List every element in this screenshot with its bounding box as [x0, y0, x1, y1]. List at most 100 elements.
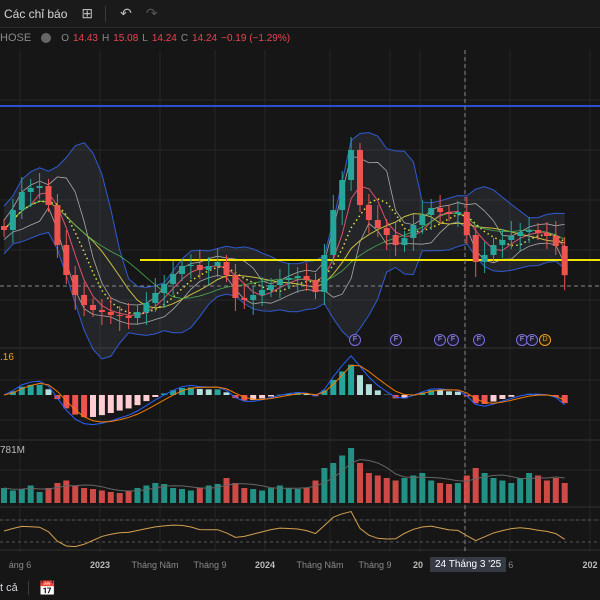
volume-bar [437, 483, 444, 503]
macd-histogram-bar [374, 390, 381, 395]
macd-histogram-bar [259, 395, 266, 399]
time-axis-label: Tháng Năm [296, 560, 343, 570]
volume-bar [357, 463, 363, 503]
event-marker[interactable]: F [434, 334, 446, 346]
macd-histogram-bar [454, 391, 461, 395]
volume-bar [18, 489, 25, 503]
volume-bar [294, 489, 301, 503]
candle-body [374, 220, 381, 228]
candle-body [490, 245, 497, 255]
volume-bar [223, 478, 230, 503]
candle-body [170, 274, 177, 284]
candle-body [330, 210, 337, 255]
volume-bar [472, 468, 479, 503]
volume-bar [179, 489, 185, 503]
close-value: 14.24 [192, 32, 218, 44]
volume-bar [187, 490, 194, 503]
candle-body [27, 188, 34, 192]
candle-body [72, 275, 79, 295]
volume-bar [285, 488, 292, 503]
macd-histogram-bar [214, 389, 221, 395]
volume-bar [1, 488, 7, 503]
candle-body [561, 246, 568, 276]
event-marker[interactable]: F [447, 334, 459, 346]
volume-bar [410, 475, 417, 503]
macd-histogram-bar [446, 391, 452, 395]
volume-bar [508, 483, 515, 503]
range-all-button[interactable]: t cả [0, 582, 18, 594]
volume-bar [54, 483, 61, 503]
volume-bar [339, 455, 346, 503]
rsi-line [3, 510, 565, 548]
macd-histogram-bar [63, 395, 70, 409]
candle-body [348, 150, 355, 180]
event-marker[interactable]: D [539, 334, 551, 346]
volume-bar [107, 492, 114, 503]
volume-bar [463, 475, 470, 503]
calendar-icon[interactable]: 📅 [39, 580, 56, 597]
volume-bar [330, 463, 337, 503]
ohlc-legend: HOSE O 14.43 H 15.08 L 14.24 C 14.24 −0.19 (… [0, 32, 290, 44]
candle-body [107, 312, 114, 315]
candle-body [81, 295, 88, 305]
volume-bar [454, 483, 461, 503]
candle-body [463, 212, 470, 235]
macd-histogram-bar [45, 389, 52, 395]
candle-body [535, 230, 541, 233]
candle-body [339, 180, 346, 210]
macd-histogram-bar [98, 395, 105, 416]
bottom-divider [27, 581, 29, 595]
volume-bar [428, 480, 435, 503]
volume-bar [36, 492, 43, 503]
macd-histogram-bar [143, 395, 150, 402]
macd-histogram-bar [490, 395, 497, 402]
candle-body [45, 186, 52, 205]
candle-body [303, 276, 310, 280]
candle-body [214, 262, 221, 266]
volume-bar [72, 485, 79, 503]
candle-body [410, 225, 417, 238]
macd-histogram-bar [152, 395, 159, 397]
macd-histogram-bar [357, 375, 363, 395]
candle-body [196, 265, 203, 270]
macd-histogram-bar [107, 395, 114, 413]
macd-label: .16 [0, 352, 14, 363]
time-axis-label: Tháng Năm [131, 560, 178, 570]
candle-body [419, 215, 426, 225]
macd-histogram-bar [499, 395, 506, 399]
open-value: 14.43 [72, 32, 98, 44]
volume-bar [259, 490, 266, 503]
volume-ma [3, 458, 565, 492]
candle-body [437, 208, 444, 212]
candle-body [18, 192, 25, 210]
time-axis-label: Tháng 9 [358, 560, 391, 570]
event-marker[interactable]: F [473, 334, 485, 346]
candle-body [63, 245, 70, 275]
candle-body [179, 266, 185, 274]
candle-body [152, 293, 159, 303]
event-marker[interactable]: F [390, 334, 402, 346]
volume-bar [383, 478, 390, 503]
volume-bar [268, 488, 274, 503]
event-marker[interactable]: F [526, 334, 538, 346]
collapse-icon[interactable] [41, 33, 52, 43]
volume-bar [303, 488, 310, 503]
candle-body [116, 315, 123, 316]
price-chart[interactable]: áng 6 2023 Tháng Năm Tháng 9 2024 Tháng Năm Th… [0, 0, 600, 600]
candle-body [161, 284, 168, 293]
macd-histogram-bar [268, 395, 274, 397]
macd-histogram-bar [116, 395, 123, 411]
candle-body [392, 235, 399, 245]
volume-bar [45, 488, 52, 503]
candle-body [134, 312, 141, 318]
close-key: C [180, 32, 189, 44]
candle-body [187, 265, 194, 266]
candle-body [383, 228, 390, 235]
candle-body [259, 290, 266, 295]
event-marker[interactable]: F [349, 334, 361, 346]
candle-body [454, 212, 461, 214]
volume-bar [143, 485, 150, 503]
candle-body [276, 280, 283, 285]
time-axis-label: Tháng 9 [193, 560, 226, 570]
bottom-bar: t cả 📅 [0, 576, 600, 600]
